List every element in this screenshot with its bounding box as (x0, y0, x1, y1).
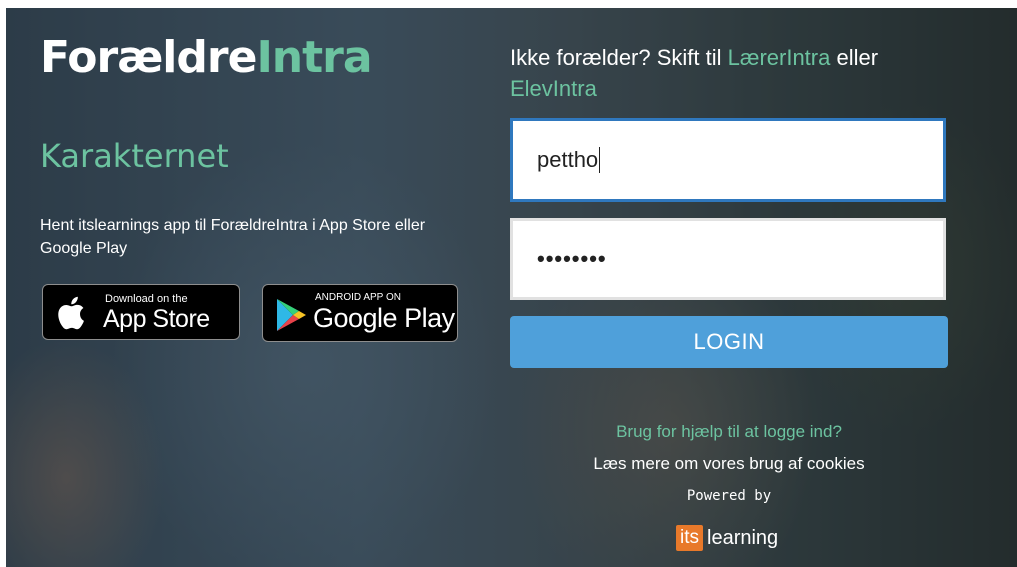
login-page: ForældreIntra Karakternet Hent itslearni… (6, 8, 1017, 567)
username-field[interactable]: pettho (510, 118, 946, 202)
its-logo-mark: its (676, 525, 703, 551)
google-play-big-text: Google Play (313, 303, 455, 333)
password-value: •••••••• (537, 246, 607, 271)
school-name: Karakternet (40, 137, 229, 175)
password-field[interactable]: •••••••• (510, 218, 946, 300)
cookies-link[interactable]: Læs mere om vores brug af cookies (510, 454, 948, 474)
help-login-link[interactable]: Brug for hjælp til at logge ind? (510, 422, 948, 442)
switch-role-middle: eller (830, 45, 879, 70)
app-store-small-text: Download on the (105, 293, 188, 305)
username-value: pettho (537, 147, 599, 172)
text-caret (599, 147, 601, 173)
switch-role-text: Ikke forælder? Skift til LærerIntra elle… (510, 42, 950, 104)
apple-icon (58, 296, 84, 330)
app-store-badge[interactable]: Download on the App Store (42, 284, 240, 340)
learning-logo-text: learning (707, 526, 779, 549)
app-store-big-text: App Store (103, 305, 210, 333)
logo-part2: Intra (256, 32, 372, 83)
foraeldreintra-logo: ForældreIntra (40, 36, 373, 80)
elevintra-link[interactable]: ElevIntra (510, 76, 597, 101)
login-button[interactable]: LOGIN (510, 316, 948, 368)
laererintra-link[interactable]: LærerIntra (728, 45, 831, 70)
itslearning-logo: its learning (676, 524, 778, 552)
app-promo-text: Hent itslearnings app til ForældreIntra … (40, 217, 426, 257)
google-play-small-text: ANDROID APP ON (315, 292, 401, 303)
powered-by-text: Powered by (686, 488, 772, 504)
logo-part1: Forældre (40, 32, 257, 83)
switch-role-prefix: Ikke forælder? Skift til (510, 45, 728, 70)
google-play-badge[interactable]: ANDROID APP ON Google Play (262, 284, 458, 342)
google-play-icon (277, 299, 306, 331)
